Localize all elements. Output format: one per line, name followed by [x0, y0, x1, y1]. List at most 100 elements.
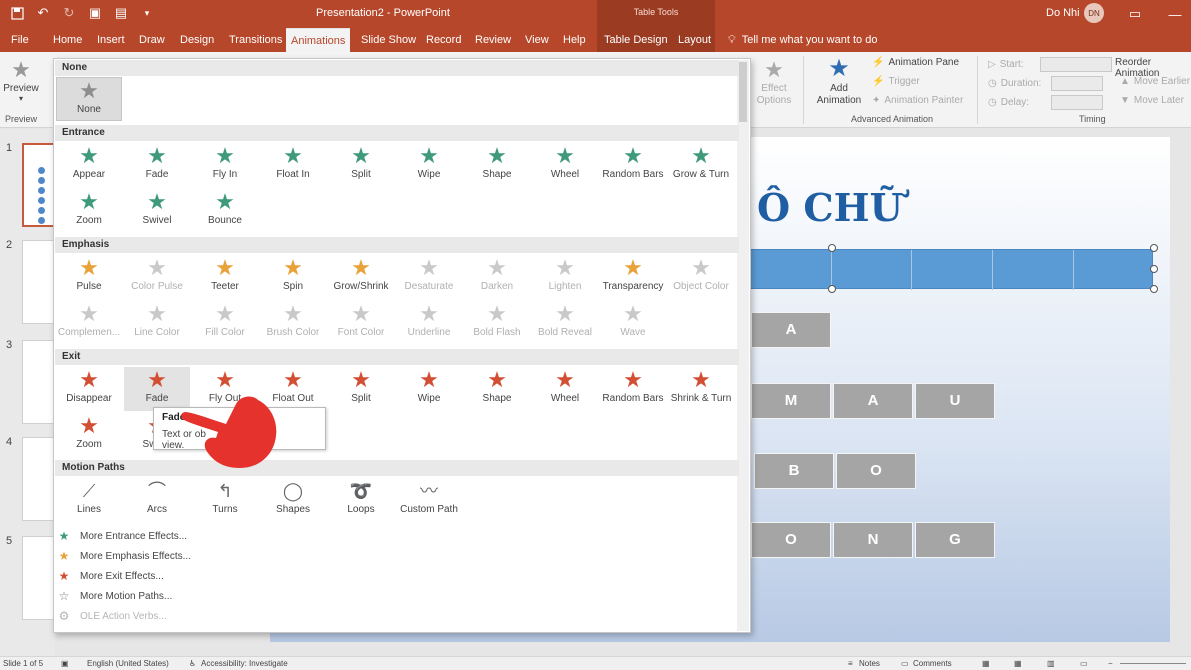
slide-title[interactable]: Ô CHỮ — [757, 185, 903, 230]
letter-cell[interactable]: U — [915, 383, 995, 419]
ribbon-display-icon[interactable]: ▭ — [1126, 5, 1144, 23]
delay-control[interactable]: ◷ Delay: — [988, 95, 1103, 110]
entrance-split[interactable]: ★ Split — [328, 143, 394, 187]
letter-cell[interactable]: G — [915, 522, 995, 558]
language-indicator[interactable]: English (United States) — [87, 659, 169, 668]
effect-options-button[interactable]: ★ Effect Options — [752, 57, 796, 107]
start-select[interactable] — [1039, 57, 1112, 72]
tab-help[interactable]: Help — [558, 28, 591, 52]
emphasis-grow-shrink[interactable]: ★ Grow/Shrink — [328, 255, 394, 299]
entrance-bounce[interactable]: ★ Bounce — [192, 189, 258, 233]
slide-sorter-icon[interactable]: ▦ — [1014, 659, 1022, 668]
save-icon[interactable] — [8, 4, 26, 22]
letter-cell[interactable]: O — [836, 453, 916, 489]
emphasis-darken[interactable]: ★ Darken — [464, 255, 530, 299]
tab-insert[interactable]: Insert — [92, 28, 130, 52]
emphasis-bold-flash[interactable]: ★ Bold Flash — [464, 301, 530, 345]
move-later-button[interactable]: ▼ Move Later — [1120, 95, 1184, 106]
trigger-button[interactable]: ⚡ Trigger — [872, 76, 920, 87]
letter-cell[interactable]: A — [751, 312, 831, 348]
scroll-thumb[interactable] — [739, 62, 747, 122]
exit-wheel[interactable]: ★ Wheel — [532, 367, 598, 411]
tab-file[interactable]: File — [6, 28, 34, 52]
selection-handle[interactable] — [1150, 285, 1158, 293]
animation-pane-button[interactable]: ⚡ Animation Pane — [872, 57, 959, 68]
slide-thumbnail-2[interactable] — [22, 240, 56, 324]
tab-draw[interactable]: Draw — [134, 28, 170, 52]
emphasis-lighten[interactable]: ★ Lighten — [532, 255, 598, 299]
ole-action-verbs[interactable]: ⚙ OLE Action Verbs... — [58, 609, 167, 623]
emphasis-underline[interactable]: ★ Underline — [396, 301, 462, 345]
tab-home[interactable]: Home — [48, 28, 87, 52]
exit-disappear[interactable]: ★ Disappear — [56, 367, 122, 411]
tab-slide-show[interactable]: Slide Show — [356, 28, 421, 52]
entrance-zoom[interactable]: ★ Zoom — [56, 189, 122, 233]
selection-handle[interactable] — [828, 285, 836, 293]
emphasis-object-color[interactable]: ★ Object Color — [668, 255, 734, 299]
preview-button[interactable]: ★ Preview ▾ — [2, 57, 40, 103]
gallery-scrollbar[interactable] — [737, 60, 749, 631]
move-earlier-button[interactable]: ▲ Move Earlier — [1120, 76, 1190, 87]
customize-qat-icon[interactable]: ▾ — [138, 4, 156, 22]
undo-icon[interactable]: ↶ — [34, 4, 52, 22]
letter-cell[interactable]: B — [754, 453, 834, 489]
paths-lines[interactable]: ⟋ Lines — [56, 478, 122, 522]
paths-turns[interactable]: ↰ Turns — [192, 478, 258, 522]
add-animation-button[interactable]: ★ Add Animation — [810, 55, 868, 107]
tab-view[interactable]: View — [520, 28, 554, 52]
entrance-float-in[interactable]: ★ Float In — [260, 143, 326, 187]
exit-split[interactable]: ★ Split — [328, 367, 394, 411]
paths-shapes[interactable]: ◯ Shapes — [260, 478, 326, 522]
tab-layout[interactable]: Layout — [673, 28, 716, 52]
more-entrance-effects[interactable]: ★ More Entrance Effects... — [58, 529, 187, 543]
entrance-random-bars[interactable]: ★ Random Bars — [600, 143, 666, 187]
tab-animations[interactable]: Animations — [286, 28, 351, 52]
comments-icon[interactable]: ▭ — [901, 659, 909, 668]
exit-shape[interactable]: ★ Shape — [464, 367, 530, 411]
tab-review[interactable]: Review — [470, 28, 516, 52]
emphasis-line-color[interactable]: ★ Line Color — [124, 301, 190, 345]
selection-handle[interactable] — [828, 244, 836, 252]
letter-cell[interactable]: N — [833, 522, 913, 558]
emphasis-brush-color[interactable]: ★ Brush Color — [260, 301, 326, 345]
emphasis-bold-reveal[interactable]: ★ Bold Reveal — [532, 301, 598, 345]
more-emphasis-effects[interactable]: ★ More Emphasis Effects... — [58, 549, 191, 563]
duration-field[interactable] — [1050, 76, 1103, 91]
tell-me-search[interactable]: 💡︎ Tell me what you want to do — [728, 28, 877, 52]
paths-custom-path[interactable]: 〰 Custom Path — [396, 478, 462, 522]
slide-thumbnail-3[interactable] — [22, 340, 56, 424]
entrance-swivel[interactable]: ★ Swivel — [124, 189, 190, 233]
letter-cell[interactable]: O — [751, 522, 831, 558]
emphasis-fill-color[interactable]: ★ Fill Color — [192, 301, 258, 345]
zoom-out-icon[interactable]: − — [1108, 659, 1113, 668]
tab-design[interactable]: Design — [175, 28, 219, 52]
tab-record[interactable]: Record — [421, 28, 466, 52]
minimize-icon[interactable]: — — [1166, 5, 1184, 23]
comments-button[interactable]: Comments — [913, 659, 952, 668]
slideshow-view-icon[interactable]: ▭ — [1080, 659, 1088, 668]
selected-table-row[interactable] — [750, 249, 1153, 290]
entrance-appear[interactable]: ★ Appear — [56, 143, 122, 187]
duration-control[interactable]: ◷ Duration: — [988, 76, 1103, 91]
entrance-wipe[interactable]: ★ Wipe — [396, 143, 462, 187]
exit-shrink-turn[interactable]: ★ Shrink & Turn — [668, 367, 734, 411]
entrance-fade[interactable]: ★ Fade — [124, 143, 190, 187]
anim-none[interactable]: ★ None — [56, 77, 122, 121]
zoom-slider[interactable] — [1120, 663, 1186, 664]
paths-loops[interactable]: ➰ Loops — [328, 478, 394, 522]
emphasis-pulse[interactable]: ★ Pulse — [56, 255, 122, 299]
emphasis-desaturate[interactable]: ★ Desaturate — [396, 255, 462, 299]
emphasis-wave[interactable]: ★ Wave — [600, 301, 666, 345]
layout-icon[interactable]: ▤ — [112, 4, 130, 22]
emphasis-spin[interactable]: ★ Spin — [260, 255, 326, 299]
entrance-shape[interactable]: ★ Shape — [464, 143, 530, 187]
more-exit-effects[interactable]: ★ More Exit Effects... — [58, 569, 164, 583]
letter-cell[interactable]: A — [833, 383, 913, 419]
accessibility-status[interactable]: Accessibility: Investigate — [201, 659, 288, 668]
notes-icon[interactable]: ≡ — [848, 659, 853, 668]
selection-handle[interactable] — [1150, 265, 1158, 273]
animation-painter-button[interactable]: ✦ Animation Painter — [872, 95, 963, 106]
avatar[interactable]: DN — [1084, 3, 1104, 23]
entrance-wheel[interactable]: ★ Wheel — [532, 143, 598, 187]
letter-cell[interactable]: M — [751, 383, 831, 419]
